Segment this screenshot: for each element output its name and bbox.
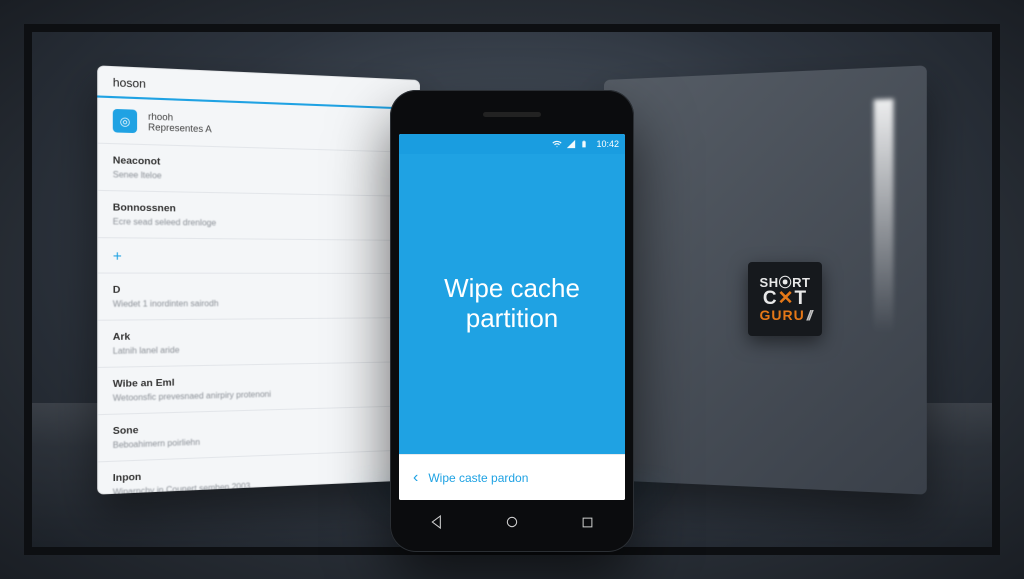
logo-line-2: C✕T — [763, 289, 807, 309]
recent-nav-icon[interactable] — [580, 515, 595, 530]
item-subtitle: Ecre sead seleed drenloge — [113, 217, 407, 230]
signal-icon — [566, 139, 576, 149]
bottom-label: Wipe caste pardon — [428, 471, 528, 485]
item-title: D — [113, 284, 407, 296]
bottom-action-bar[interactable]: ‹ Wipe caste pardon — [399, 454, 625, 500]
logo-x-icon: ✕ — [778, 288, 795, 309]
logo-line-3: GURU// — [759, 308, 810, 322]
list-item[interactable]: D Wiedet 1 inordinten sairodh — [97, 274, 420, 321]
item-subtitle: Latnih lanel aride — [113, 342, 407, 356]
phone-screen: 10:42 Wipe cache partition ‹ Wipe caste … — [399, 134, 625, 500]
wifi-icon — [552, 139, 562, 149]
logo-c: C — [763, 288, 778, 309]
scene-frame: hoson ◎ rhooh Representes A Neaconot Sen… — [24, 24, 1000, 555]
item-title: Ark — [113, 328, 407, 343]
speaker-grill — [483, 112, 541, 117]
shortcut-guru-logo: SH⦿RT C✕T GURU// — [748, 262, 822, 336]
logo-guru: GURU — [759, 307, 804, 323]
list-item[interactable]: Neaconot Senee lteloe — [97, 144, 420, 197]
status-time: 10:42 — [596, 139, 619, 149]
logo-slashes: // — [807, 307, 811, 323]
android-navbar — [399, 504, 625, 540]
app-icon: ◎ — [113, 109, 137, 133]
main-label[interactable]: Wipe cache partition — [399, 154, 625, 454]
phone-device: 10:42 Wipe cache partition ‹ Wipe caste … — [390, 90, 634, 552]
home-nav-icon[interactable] — [504, 514, 520, 530]
item-subtitle: Representes A — [148, 122, 212, 135]
add-button[interactable]: + — [97, 238, 420, 274]
chevron-left-icon: ‹ — [413, 469, 418, 487]
status-bar: 10:42 — [399, 134, 625, 154]
item-title: Bonnossnen — [113, 202, 407, 218]
logo-t: T — [795, 288, 808, 309]
settings-panel-left: hoson ◎ rhooh Representes A Neaconot Sen… — [97, 65, 420, 494]
back-nav-icon[interactable] — [429, 514, 445, 530]
list-item[interactable]: Ark Latnih lanel aride — [97, 318, 420, 368]
battery-icon — [580, 139, 588, 149]
list-item[interactable]: Bonnossnen Ecre sead seleed drenloge — [97, 191, 420, 241]
item-subtitle: Wiedet 1 inordinten sairodh — [113, 298, 407, 309]
